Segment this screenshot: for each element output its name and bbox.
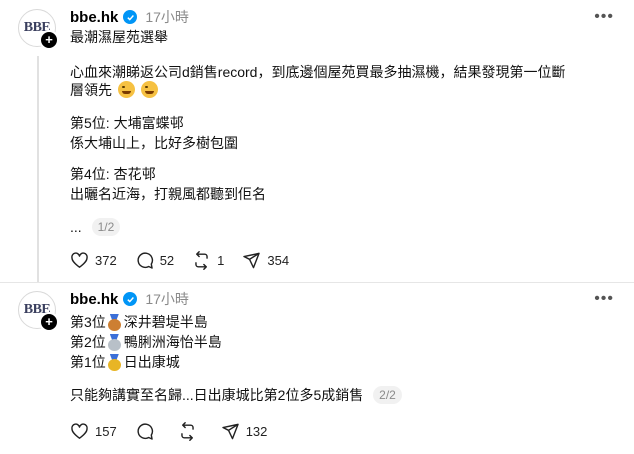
- verified-icon: [123, 10, 138, 24]
- summary-text: 只能夠講實至名歸...日出康城比第2位多5成銷售: [70, 387, 364, 403]
- thread-connector-line: [37, 56, 39, 282]
- rank4-description: 出曬名近海，打親風都聽到佢名: [70, 186, 266, 202]
- heart-icon: [71, 252, 88, 268]
- post-timestamp[interactable]: 17小時: [145, 289, 189, 309]
- rank1-name: 日出康城: [123, 354, 180, 370]
- follow-plus-icon[interactable]: +: [39, 312, 59, 332]
- avatar[interactable]: BBE +: [18, 291, 59, 332]
- silver-medal-icon: [107, 334, 121, 351]
- comment-icon: [137, 423, 153, 440]
- comment-count: 52: [159, 253, 175, 268]
- page-counter-badge: 1/2: [91, 218, 121, 236]
- rank5-description: 係大埔山上，比好多樹包圍: [70, 135, 238, 151]
- laughing-emoji-icon: [117, 81, 135, 98]
- rank3-line: 第3位 深井碧堤半島: [70, 312, 208, 332]
- like-button[interactable]: 372: [70, 251, 117, 270]
- follow-plus-icon[interactable]: +: [39, 30, 59, 50]
- username-link[interactable]: bbe.hk: [70, 291, 118, 308]
- repost-count: 1: [217, 253, 225, 268]
- more-options-icon[interactable]: •••: [594, 8, 614, 26]
- post-body-text: 層領先: [70, 82, 112, 98]
- repost-button[interactable]: 1: [192, 251, 224, 270]
- more-options-icon[interactable]: •••: [594, 290, 614, 308]
- post-timestamp[interactable]: 17小時: [145, 7, 189, 27]
- heart-icon: [71, 423, 88, 439]
- rank3-label: 第3位: [70, 314, 106, 330]
- rank4-title: 第4位: 杏花邨: [70, 166, 156, 182]
- like-button[interactable]: 157: [70, 422, 117, 441]
- rank1-line: 第1位 日出康城: [70, 352, 180, 372]
- comment-icon: [137, 252, 153, 269]
- comment-button[interactable]: [135, 422, 160, 441]
- share-icon: [221, 423, 239, 440]
- laughing-emoji-icon: [140, 81, 158, 98]
- repost-icon: [180, 422, 194, 441]
- rank2-label: 第2位: [70, 334, 106, 350]
- post-body-line-2: 層領先: [70, 80, 158, 100]
- thread-post-2: BBE + bbe.hk 17小時 ••• 第3位 深井碧堤半島 第2位 鴨脷洲海怡…: [0, 282, 634, 454]
- repost-icon: [195, 251, 208, 270]
- summary-line: 只能夠講實至名歸...日出康城比第2位多5成銷售 2/2: [70, 385, 402, 405]
- post-actions: 372 52 1 354: [70, 251, 307, 270]
- username-link[interactable]: bbe.hk: [70, 9, 118, 26]
- verified-icon: [123, 292, 138, 306]
- post-body-line-1: 心血來潮睇返公司d銷售record，到底邊個屋苑買最多抽濕機，結果發現第一位斷: [70, 64, 566, 80]
- share-count: 354: [267, 253, 290, 268]
- thread-post-1: BBE + bbe.hk 17小時 ••• 最潮濕屋苑選舉 心血來潮睇返公司d銷…: [0, 0, 634, 282]
- post-header: bbe.hk 17小時: [70, 7, 189, 27]
- like-count: 372: [95, 253, 117, 268]
- share-count: 132: [245, 424, 268, 439]
- share-button[interactable]: 132: [221, 422, 268, 441]
- rank2-name: 鴨脷洲海怡半島: [123, 334, 222, 350]
- rank3-name: 深井碧堤半島: [123, 314, 208, 330]
- post-title: 最潮濕屋苑選舉: [70, 29, 168, 45]
- post-header: bbe.hk 17小時: [70, 289, 189, 309]
- repost-button[interactable]: [178, 422, 203, 441]
- comment-button[interactable]: 52: [135, 251, 174, 270]
- share-icon: [243, 252, 261, 269]
- share-button[interactable]: 354: [242, 251, 289, 270]
- page-counter-badge: 2/2: [373, 386, 402, 404]
- rank5-title: 第5位: 大埔富蝶邨: [70, 115, 184, 131]
- post-actions: 157 132: [70, 422, 285, 441]
- bronze-medal-icon: [107, 314, 121, 331]
- avatar[interactable]: BBE +: [18, 9, 59, 50]
- rank1-label: 第1位: [70, 354, 106, 370]
- gold-medal-icon: [107, 354, 121, 371]
- ellipsis-text: ...: [70, 219, 82, 235]
- rank2-line: 第2位 鴨脷洲海怡半島: [70, 332, 222, 352]
- like-count: 157: [95, 424, 117, 439]
- post-truncation: ... 1/2: [70, 217, 121, 237]
